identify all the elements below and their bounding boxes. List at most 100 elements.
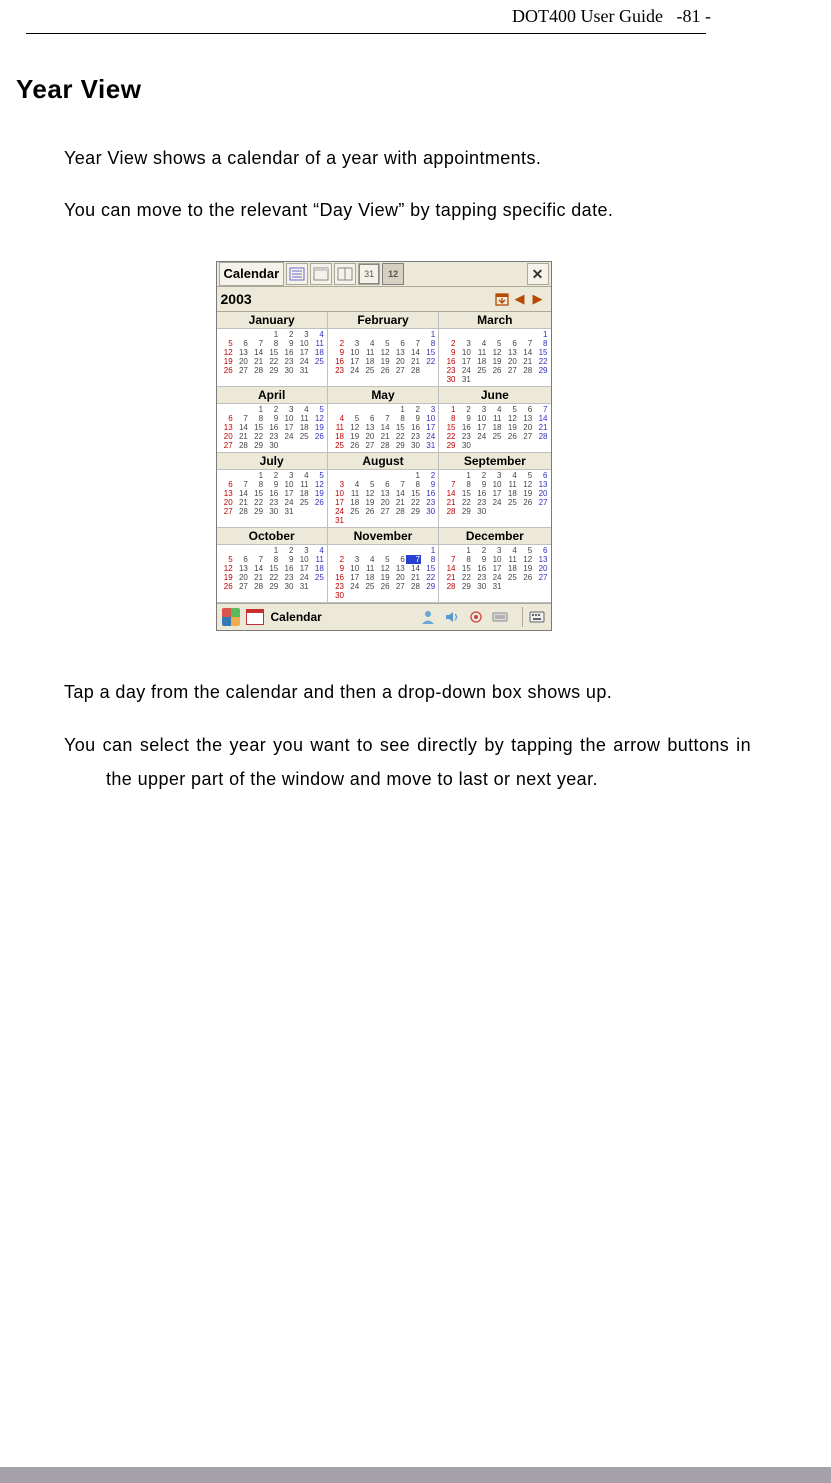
calendar-day[interactable]: 8: [421, 339, 436, 348]
calendar-day[interactable]: 15: [406, 489, 421, 498]
calendar-day[interactable]: 29: [533, 366, 548, 375]
calendar-day[interactable]: 22: [456, 573, 471, 582]
calendar-day[interactable]: 19: [502, 423, 517, 432]
calendar-day[interactable]: 19: [360, 498, 375, 507]
calendar-day[interactable]: 25: [310, 573, 325, 582]
calendar-day[interactable]: 16: [279, 564, 294, 573]
calendar-day[interactable]: 13: [360, 423, 375, 432]
calendar-day[interactable]: 2: [330, 339, 345, 348]
calendar-day[interactable]: 29: [421, 582, 436, 591]
calendar-day[interactable]: 4: [294, 471, 309, 480]
calendar-day[interactable]: 20: [234, 573, 249, 582]
calendar-day[interactable]: 16: [421, 489, 436, 498]
calendar-day[interactable]: 18: [502, 564, 517, 573]
calendar-day[interactable]: 13: [533, 555, 548, 564]
calendar-day[interactable]: 14: [249, 348, 264, 357]
calendar-day[interactable]: 19: [375, 573, 390, 582]
calendar-day[interactable]: 22: [391, 432, 406, 441]
calendar-day[interactable]: 24: [330, 507, 345, 516]
calendar-day[interactable]: 18: [345, 498, 360, 507]
calendar-day[interactable]: 6: [391, 555, 406, 564]
calendar-day[interactable]: 10: [472, 414, 487, 423]
calendar-day[interactable]: 20: [391, 573, 406, 582]
calendar-day[interactable]: 17: [279, 423, 294, 432]
calendar-day[interactable]: 21: [391, 498, 406, 507]
calendar-day[interactable]: 3: [279, 405, 294, 414]
prev-year-button[interactable]: ◀: [511, 290, 529, 308]
calendar-day[interactable]: 3: [279, 471, 294, 480]
calendar-day[interactable]: 22: [406, 498, 421, 507]
calendar-day[interactable]: 2: [279, 546, 294, 555]
calendar-day[interactable]: 2: [472, 471, 487, 480]
calendar-day[interactable]: 10: [487, 555, 502, 564]
calendar-day[interactable]: 4: [330, 414, 345, 423]
calendar-day[interactable]: 22: [249, 432, 264, 441]
next-year-button[interactable]: ▶: [529, 290, 547, 308]
calendar-day[interactable]: 4: [294, 405, 309, 414]
calendar-day[interactable]: 14: [518, 348, 533, 357]
calendar-day[interactable]: 15: [249, 489, 264, 498]
calendar-day[interactable]: 2: [279, 330, 294, 339]
calendar-day[interactable]: 13: [219, 489, 234, 498]
calendar-day[interactable]: 2: [472, 546, 487, 555]
calendar-day[interactable]: 9: [264, 414, 279, 423]
calendar-day[interactable]: 27: [391, 366, 406, 375]
calendar-day[interactable]: 16: [406, 423, 421, 432]
calendar-day[interactable]: 23: [279, 573, 294, 582]
calendar-day[interactable]: 2: [264, 471, 279, 480]
calendar-day[interactable]: 26: [375, 582, 390, 591]
calendar-day[interactable]: 28: [375, 441, 390, 450]
calendar-day[interactable]: 2: [456, 405, 471, 414]
calendar-day[interactable]: 18: [294, 489, 309, 498]
calendar-day[interactable]: 3: [487, 471, 502, 480]
calendar-day[interactable]: 7: [234, 414, 249, 423]
calendar-day[interactable]: 20: [502, 357, 517, 366]
calendar-day[interactable]: 14: [234, 489, 249, 498]
calendar-day[interactable]: 4: [360, 555, 375, 564]
calendar-day[interactable]: 15: [264, 564, 279, 573]
calendar-day[interactable]: 30: [421, 507, 436, 516]
calendar-day[interactable]: 7: [441, 555, 456, 564]
calendar-day[interactable]: 21: [518, 357, 533, 366]
calendar-day[interactable]: 3: [456, 339, 471, 348]
calendar-day[interactable]: 11: [502, 480, 517, 489]
calendar-day[interactable]: 5: [375, 555, 390, 564]
calendar-day[interactable]: 16: [264, 423, 279, 432]
calendar-day[interactable]: 20: [518, 423, 533, 432]
calendar-day[interactable]: 4: [502, 546, 517, 555]
calendar-day[interactable]: 17: [279, 489, 294, 498]
calendar-day[interactable]: 22: [249, 498, 264, 507]
calendar-day[interactable]: 5: [310, 405, 325, 414]
calendar-day[interactable]: 30: [406, 441, 421, 450]
start-button[interactable]: [221, 607, 241, 627]
calendar-day[interactable]: 20: [391, 357, 406, 366]
calendar-day[interactable]: 26: [345, 441, 360, 450]
calendar-day[interactable]: 10: [330, 489, 345, 498]
calendar-day[interactable]: 6: [518, 405, 533, 414]
calendar-day[interactable]: 9: [279, 555, 294, 564]
calendar-day[interactable]: 30: [330, 591, 345, 600]
calendar-day[interactable]: 29: [406, 507, 421, 516]
calendar-day[interactable]: 12: [375, 564, 390, 573]
calendar-day[interactable]: 21: [441, 498, 456, 507]
calendar-day[interactable]: 29: [249, 507, 264, 516]
calendar-day[interactable]: 5: [310, 471, 325, 480]
calendar-day[interactable]: 31: [456, 375, 471, 384]
calendar-day[interactable]: 1: [406, 471, 421, 480]
calendar-day[interactable]: 29: [264, 582, 279, 591]
calendar-day[interactable]: 16: [330, 357, 345, 366]
calendar-day[interactable]: 1: [456, 546, 471, 555]
calendar-day[interactable]: 1: [249, 405, 264, 414]
calendar-day[interactable]: 10: [294, 339, 309, 348]
calendar-day[interactable]: 18: [330, 432, 345, 441]
calendar-day[interactable]: 3: [345, 339, 360, 348]
calendar-day[interactable]: 8: [533, 339, 548, 348]
calendar-day[interactable]: 1: [264, 546, 279, 555]
calendar-day[interactable]: 1: [264, 330, 279, 339]
calendar-day[interactable]: 10: [345, 348, 360, 357]
calendar-day[interactable]: 17: [345, 573, 360, 582]
calendar-day[interactable]: 21: [441, 573, 456, 582]
calendar-day[interactable]: 18: [310, 564, 325, 573]
calendar-day[interactable]: 24: [456, 366, 471, 375]
calendar-day[interactable]: 17: [421, 423, 436, 432]
